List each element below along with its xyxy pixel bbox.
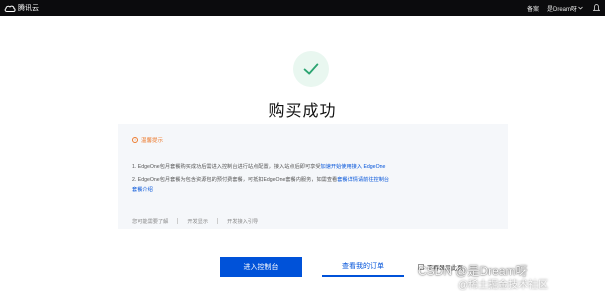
chevron-down-icon (578, 6, 583, 10)
related-link-dev-display[interactable]: 开发显示 (187, 218, 208, 225)
info-icon: ! (132, 137, 138, 143)
notice-panel: ! 温馨提示 1. EdgeOne包月套餐购买成功后需进入控制台进行站点配置，接… (118, 124, 508, 229)
cloud-logo-icon (4, 5, 16, 12)
related-links: 您可能需要了解 开发显示 开发接入引导 (132, 218, 258, 225)
user-menu[interactable]: 是Dream呀 (547, 4, 583, 13)
notice-line-1-link[interactable]: 加速开始使用接入 EdgeOne (321, 164, 386, 170)
user-name: 是Dream呀 (546, 6, 577, 13)
notice-line-2: 2. EdgeOne包月套餐为包含资源包的预付费套餐，可抵扣EdgeOne套餐内… (132, 177, 389, 184)
view-orders-button[interactable]: 查看我的订单 (322, 257, 404, 277)
related-link-dev-guide[interactable]: 开发接入引导 (227, 218, 258, 225)
notification-bell-icon[interactable] (591, 4, 601, 12)
notice-line-2-text: 2. EdgeOne包月套餐为包含资源包的预付费套餐，可抵扣EdgeOne套餐内… (132, 177, 338, 183)
nav-item-beian[interactable]: 备案 (527, 4, 539, 13)
notice-line-3-link[interactable]: 套餐介绍 (132, 187, 153, 193)
enter-console-button[interactable]: 进入控制台 (220, 257, 302, 277)
notice-line-1-text: 1. EdgeOne包月套餐购买成功后需进入控制台进行站点配置，接入站点后即可享… (132, 164, 321, 170)
notice-heading: ! 温馨提示 (132, 136, 163, 144)
page-title: 购买成功 (268, 103, 337, 120)
notice-line-3: 套餐介绍 (132, 187, 153, 194)
top-navigation-bar: 腾讯云 备案 是Dream呀 (0, 0, 605, 16)
notice-line-1: 1. EdgeOne包月套餐购买成功后需进入控制台进行站点配置，接入站点后即可享… (132, 164, 385, 171)
logo-text: 腾讯云 (18, 5, 39, 12)
notice-line-2-link[interactable]: 套餐详情请前往控制台 (337, 177, 389, 183)
notice-heading-text: 温馨提示 (141, 138, 164, 144)
success-check-icon (293, 51, 329, 87)
related-links-label: 您可能需要了解 (132, 219, 169, 225)
divider (217, 218, 219, 224)
tencent-cloud-logo[interactable]: 腾讯云 (4, 3, 39, 13)
divider (177, 218, 179, 224)
top-nav-links: 备案 是Dream呀 (527, 4, 601, 13)
watermark-text-2: @稀土掘金技术社区 (458, 280, 549, 291)
